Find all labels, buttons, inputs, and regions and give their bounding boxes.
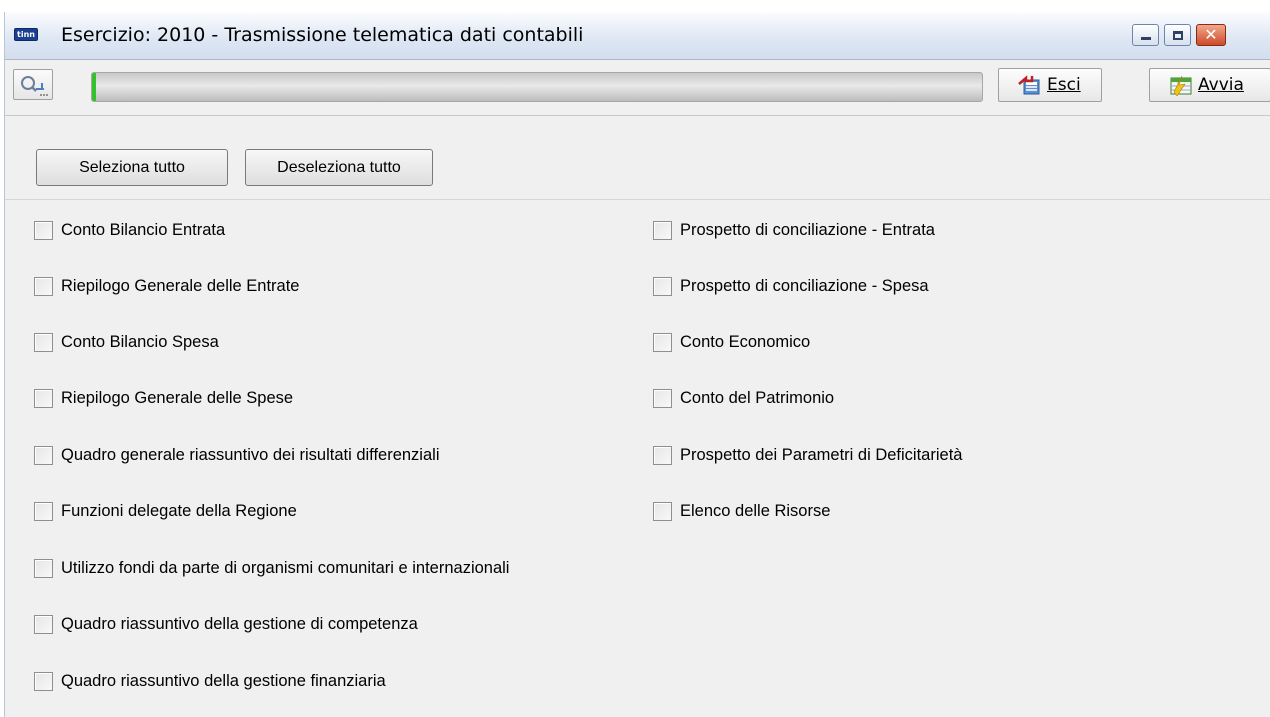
exit-icon [1017,74,1041,96]
report-checkbox[interactable] [34,276,53,296]
app-icon: tinn [14,28,38,41]
report-checkbox[interactable] [34,388,53,408]
report-label: Quadro generale riassuntivo dei risultat… [61,445,440,464]
progress-fill [92,73,97,101]
preview-button[interactable] [13,69,53,100]
report-label: Conto Economico [680,332,811,351]
report-label: Prospetto di conciliazione - Spesa [680,276,929,295]
report-checkbox[interactable] [34,220,53,240]
report-checkbox[interactable] [653,388,672,408]
select-all-button[interactable]: Seleziona tutto [36,149,228,186]
report-option[interactable]: Elenco delle Risorse [653,499,830,523]
report-label: Utilizzo fondi da parte di organismi com… [61,558,510,577]
report-checkbox[interactable] [653,501,672,521]
deselect-all-button[interactable]: Deseleziona tutto [245,149,433,186]
toolbar: Esci Avvia [5,60,1270,116]
report-checkbox[interactable] [34,332,53,352]
report-option[interactable]: Conto Bilancio Entrata [34,218,225,242]
minimize-icon [1141,37,1151,40]
window-title: Esercizio: 2010 - Trasmissione telematic… [61,24,584,46]
report-checkbox[interactable] [653,276,672,296]
report-option[interactable]: Prospetto dei Parametri di Deficitarietà [653,443,962,467]
start-button[interactable]: Avvia [1149,68,1270,102]
maximize-icon [1173,31,1183,40]
report-label: Conto del Patrimonio [680,388,835,407]
report-checkbox[interactable] [34,558,53,578]
report-option[interactable]: Conto del Patrimonio [653,386,834,410]
report-option[interactable]: Riepilogo Generale delle Spese [34,386,293,410]
report-option[interactable]: Quadro riassuntivo della gestione finanz… [34,669,386,693]
report-checkbox[interactable] [34,671,53,691]
report-checkbox[interactable] [653,445,672,465]
report-option[interactable]: Prospetto di conciliazione - Spesa [653,274,929,298]
report-option[interactable]: Funzioni delegate della Regione [34,499,297,523]
close-icon: ✕ [1204,25,1218,44]
exit-button[interactable]: Esci [998,68,1102,102]
report-window: tinn Esercizio: 2010 - Trasmissione tele… [4,12,1270,717]
report-option[interactable]: Prospetto di conciliazione - Entrata [653,218,935,242]
report-label: Conto Bilancio Spesa [61,332,219,351]
report-label: Quadro riassuntivo della gestione di com… [61,614,418,633]
report-label: Elenco delle Risorse [680,501,831,520]
start-icon [1168,74,1192,97]
report-option[interactable]: Conto Economico [653,330,810,354]
title-bar[interactable]: tinn Esercizio: 2010 - Trasmissione tele… [5,12,1270,60]
report-option[interactable]: Utilizzo fondi da parte di organismi com… [34,556,509,580]
exit-label: Esci [1047,75,1081,95]
report-label: Riepilogo Generale delle Spese [61,388,294,407]
preview-icon [21,76,48,96]
close-button[interactable]: ✕ [1196,24,1226,46]
report-checkbox[interactable] [653,332,672,352]
report-label: Prospetto di conciliazione - Entrata [680,220,935,239]
report-label: Conto Bilancio Entrata [61,220,226,239]
minimize-button[interactable] [1132,24,1159,46]
report-checkbox[interactable] [34,501,53,521]
report-label: Riepilogo Generale delle Entrate [61,276,300,295]
report-checkbox[interactable] [34,614,53,634]
start-label: Avvia [1198,75,1244,95]
report-option[interactable]: Quadro riassuntivo della gestione di com… [34,612,418,636]
report-checkbox[interactable] [653,220,672,240]
maximize-button[interactable] [1164,24,1191,46]
report-label: Prospetto dei Parametri di Deficitarietà [680,445,963,464]
progress-bar [91,72,983,102]
report-option[interactable]: Conto Bilancio Spesa [34,330,219,354]
divider [5,199,1270,200]
report-label: Funzioni delegate della Regione [61,501,297,520]
report-option[interactable]: Quadro generale riassuntivo dei risultat… [34,443,440,467]
report-option[interactable]: Riepilogo Generale delle Entrate [34,274,300,298]
report-checkbox[interactable] [34,445,53,465]
report-label: Quadro riassuntivo della gestione finanz… [61,671,386,690]
